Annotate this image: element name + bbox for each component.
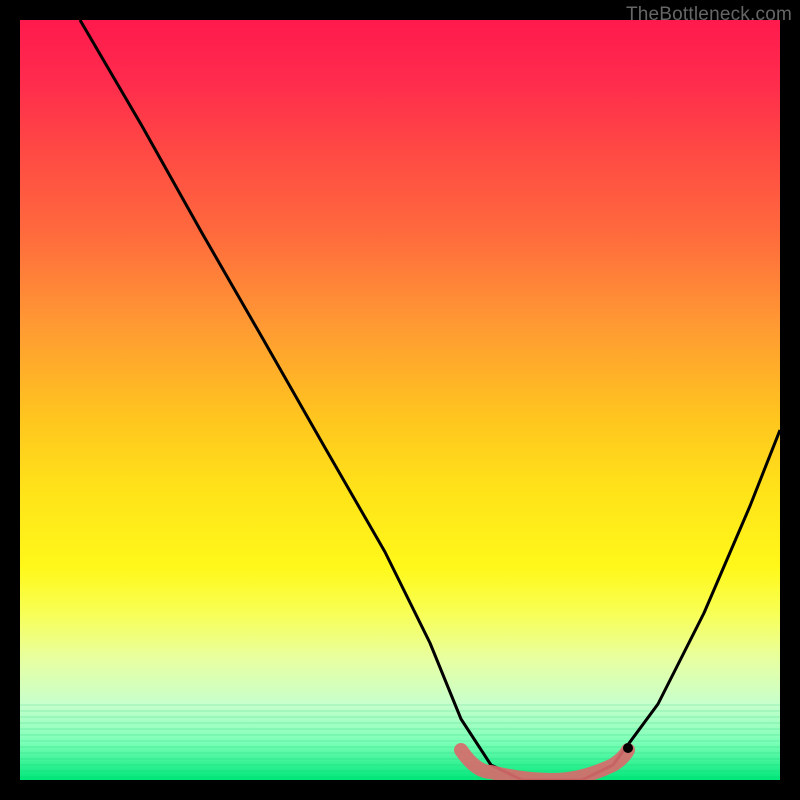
highlight-end-dot [623, 743, 633, 753]
plot-area [20, 20, 780, 780]
optimal-highlight-path [461, 750, 628, 780]
chart-frame: TheBottleneck.com [0, 0, 800, 800]
curve-layer [20, 20, 780, 780]
bottleneck-curve-path [80, 20, 780, 780]
watermark-text: TheBottleneck.com [626, 4, 792, 26]
